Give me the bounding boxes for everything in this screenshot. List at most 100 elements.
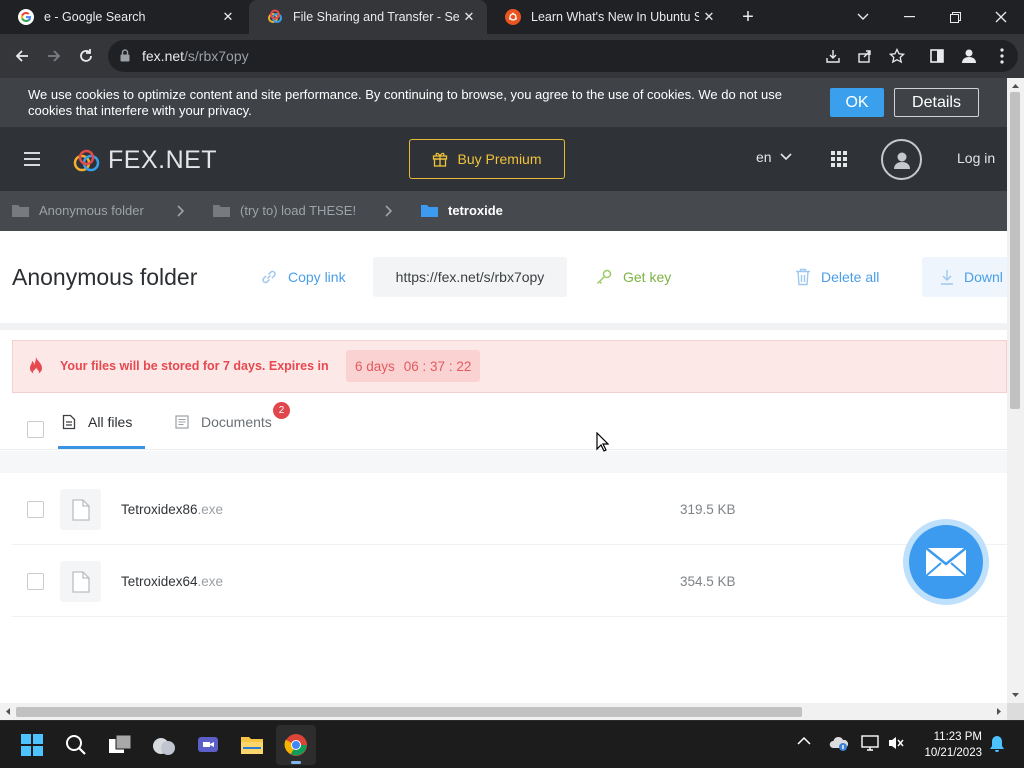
windows-logo-icon	[21, 734, 43, 756]
close-tab-icon[interactable]: ✕	[699, 7, 719, 27]
copy-link-button[interactable]: Copy link	[260, 268, 346, 286]
file-checkbox[interactable]	[27, 573, 44, 590]
display-icon[interactable]	[861, 735, 879, 754]
taskbar-clock[interactable]: 11:23 PM 10/21/2023	[910, 729, 982, 761]
lock-icon[interactable]	[120, 49, 130, 67]
side-panel-icon[interactable]	[924, 43, 950, 69]
minimize-button[interactable]	[886, 0, 932, 34]
tab-google-search[interactable]: e - Google Search ✕	[0, 0, 246, 34]
close-window-button[interactable]	[978, 0, 1024, 34]
trash-icon	[796, 268, 810, 286]
feedback-mail-button[interactable]	[903, 519, 989, 605]
tab-fex-file-sharing[interactable]: File Sharing and Transfer - Send l ✕	[249, 0, 487, 34]
breadcrumb-label: Anonymous folder	[39, 203, 144, 218]
get-key-label: Get key	[623, 269, 672, 285]
cookie-details-button[interactable]: Details	[894, 88, 979, 117]
url-domain: fex.net	[142, 48, 185, 64]
tab-title: File Sharing and Transfer - Send l	[293, 10, 459, 24]
close-tab-icon[interactable]: ✕	[218, 7, 238, 27]
breadcrumb-item-current[interactable]: tetroxide	[421, 203, 503, 218]
breadcrumb-item[interactable]: (try to) load THESE!	[213, 203, 356, 218]
get-key-button[interactable]: Get key	[595, 268, 671, 286]
breadcrumb-label: (try to) load THESE!	[240, 203, 357, 218]
back-button[interactable]	[9, 43, 35, 69]
onedrive-icon[interactable]	[829, 735, 849, 754]
folder-icon	[12, 205, 29, 217]
mail-icon	[925, 547, 967, 577]
url-text: fex.net/s/rbx7opy	[142, 48, 249, 64]
vertical-scrollbar[interactable]	[1007, 78, 1024, 703]
tab-search-icon[interactable]	[840, 0, 886, 34]
fex-logo[interactable]: FEX.NET	[72, 146, 217, 175]
link-icon	[262, 270, 276, 284]
scroll-up-icon[interactable]	[1007, 80, 1024, 92]
file-name[interactable]: Tetroxidex64.exe	[121, 574, 223, 589]
language-label: en	[756, 149, 772, 165]
page-title: Anonymous folder	[12, 264, 198, 290]
divider	[0, 323, 1007, 330]
close-tab-icon[interactable]: ✕	[459, 7, 479, 27]
restore-button[interactable]	[932, 0, 978, 34]
tab-all-files[interactable]: All files	[62, 414, 132, 430]
file-row[interactable]: Tetroxidex86.exe 319.5 KB	[12, 473, 1007, 545]
menu-kebab-icon[interactable]	[989, 43, 1015, 69]
file-checkbox[interactable]	[27, 501, 44, 518]
install-app-icon[interactable]	[820, 43, 846, 69]
user-avatar-icon[interactable]	[881, 139, 922, 180]
file-row[interactable]: Tetroxidex64.exe 354.5 KB	[12, 545, 1007, 617]
scroll-right-icon[interactable]	[993, 703, 1005, 720]
share-url-field[interactable]: https://fex.net/s/rbx7opy	[373, 257, 567, 297]
cookie-ok-button[interactable]: OK	[830, 88, 884, 117]
scroll-down-icon[interactable]	[1007, 689, 1024, 701]
language-selector[interactable]: en	[756, 149, 792, 165]
forward-button[interactable]	[41, 43, 67, 69]
task-view-icon[interactable]	[100, 725, 140, 765]
file-name[interactable]: Tetroxidex86.exe	[121, 502, 223, 517]
vertical-scroll-thumb[interactable]	[1010, 92, 1020, 409]
tab-title: Learn What's New In Ubuntu Ser	[531, 10, 699, 24]
volume-muted-icon[interactable]	[887, 735, 905, 754]
delete-all-button[interactable]: Delete all	[795, 268, 879, 286]
logo-text: FEX.NET	[108, 146, 218, 174]
horizontal-scrollbar[interactable]	[0, 703, 1007, 720]
apps-grid-icon[interactable]	[831, 151, 847, 167]
chrome-taskbar-icon[interactable]	[276, 725, 316, 765]
breadcrumb-item[interactable]: Anonymous folder	[12, 203, 144, 218]
reload-button[interactable]	[73, 43, 99, 69]
file-basename: Tetroxidex64	[121, 574, 198, 589]
google-icon	[18, 9, 34, 25]
file-size: 354.5 KB	[680, 574, 736, 589]
share-icon[interactable]	[852, 43, 878, 69]
new-tab-button[interactable]: +	[737, 7, 759, 29]
scroll-left-icon[interactable]	[2, 703, 14, 720]
download-button[interactable]: Downl	[922, 257, 1007, 297]
bookmark-star-icon[interactable]	[884, 43, 910, 69]
teams-chat-icon[interactable]	[188, 725, 228, 765]
tab-ubuntu[interactable]: Learn What's New In Ubuntu Ser ✕	[487, 0, 727, 34]
taskbar-search-icon[interactable]	[56, 725, 96, 765]
profile-icon[interactable]	[956, 43, 982, 69]
horizontal-scroll-thumb[interactable]	[16, 707, 802, 717]
fire-icon	[30, 357, 42, 375]
select-all-checkbox[interactable]	[27, 421, 44, 438]
tab-documents[interactable]: Documents	[175, 414, 272, 430]
login-link[interactable]: Log in	[957, 150, 995, 166]
start-button[interactable]	[12, 725, 52, 765]
file-icon	[60, 489, 101, 530]
file-explorer-icon[interactable]	[232, 725, 272, 765]
widgets-weather-icon[interactable]	[144, 725, 184, 765]
notification-bell-icon[interactable]	[989, 735, 1005, 756]
hamburger-menu-icon[interactable]	[24, 152, 40, 166]
file-list: Tetroxidex86.exe 319.5 KB Tetroxidex64.e…	[12, 473, 1007, 703]
copy-link-label: Copy link	[288, 269, 346, 285]
show-hidden-icons-icon[interactable]	[797, 735, 811, 749]
browser-toolbar: fex.net/s/rbx7opy	[0, 34, 1024, 78]
address-bar[interactable]: fex.net/s/rbx7opy	[108, 40, 1018, 72]
page-viewport: We use cookies to optimize content and s…	[0, 78, 1007, 703]
file-extension: .exe	[197, 574, 224, 589]
buy-premium-button[interactable]: Buy Premium	[409, 139, 565, 179]
file-list-icon	[62, 414, 76, 430]
cookie-text: We use cookies to optimize content and s…	[28, 87, 782, 118]
chevron-down-icon	[780, 153, 792, 161]
tab-label: All files	[88, 414, 133, 430]
